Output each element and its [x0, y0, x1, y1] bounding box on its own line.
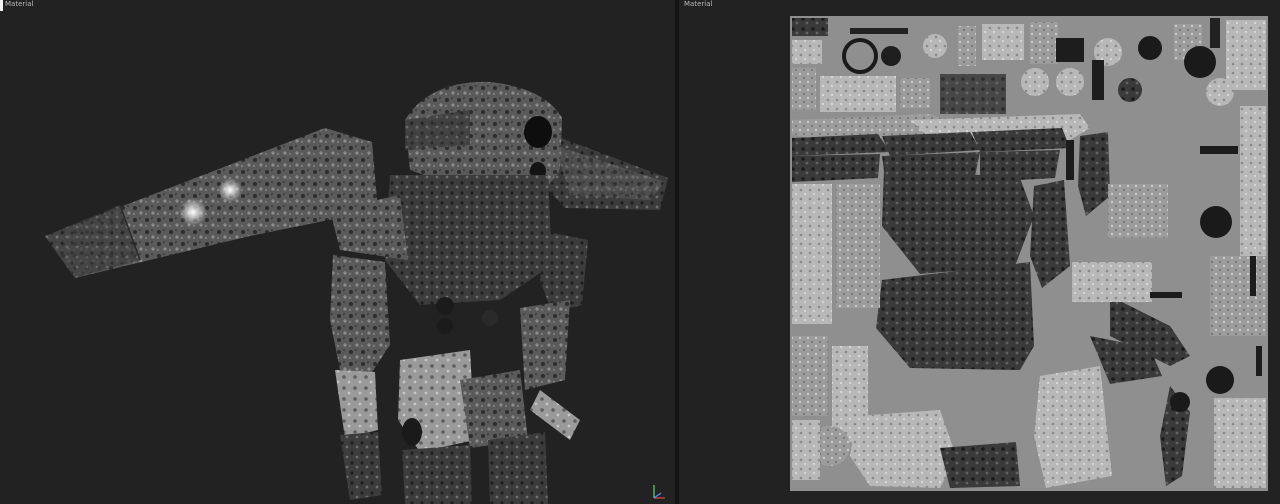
robot-mech-model[interactable]	[0, 0, 675, 504]
dual-viewport-window: Material Material	[0, 0, 1280, 504]
viewport-3d[interactable]: Material	[0, 0, 675, 504]
viewport-material-label: Material	[684, 0, 713, 8]
axis-gizmo	[653, 485, 665, 499]
left-wing	[45, 128, 378, 278]
uv-texture-atlas[interactable]	[790, 16, 1268, 491]
mech-left-arm	[330, 255, 390, 500]
